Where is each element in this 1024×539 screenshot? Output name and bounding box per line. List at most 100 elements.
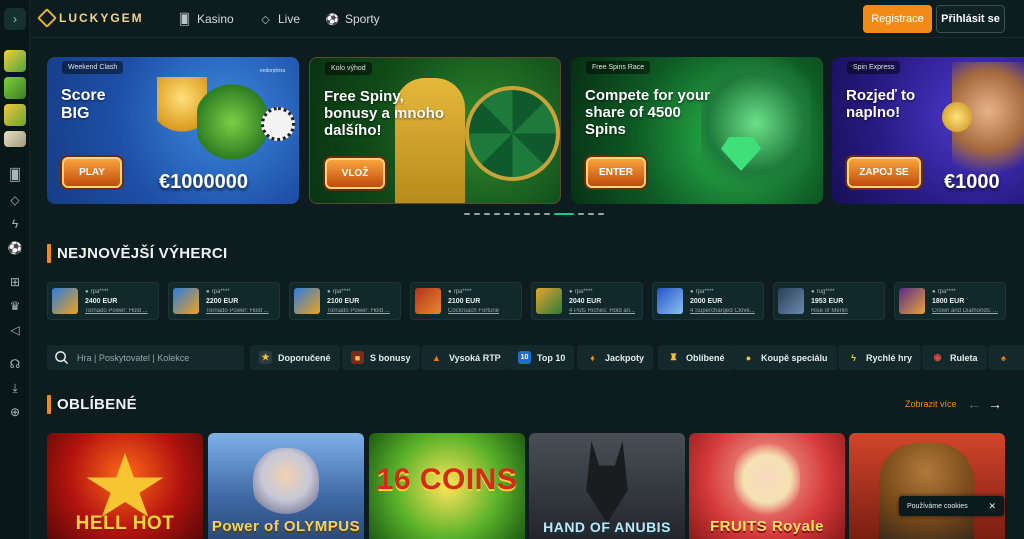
sidebar-promo-tile[interactable]	[4, 77, 26, 99]
game-search[interactable]: Hra | Poskytovatel | Kolekce	[47, 345, 244, 370]
banner-enter-button[interactable]: ENTER	[586, 157, 646, 188]
carousel-dot[interactable]	[514, 213, 520, 215]
winner-game-link[interactable]: 4 Pots Riches: Hold an...	[569, 308, 639, 314]
carousel-dot[interactable]	[544, 213, 550, 215]
carousel-dot[interactable]	[504, 213, 510, 215]
winner-card[interactable]: ● rpa**** 2400 EUR Tornado Power: Hold ..…	[47, 282, 159, 320]
lightning-icon[interactable]: ϟ	[7, 216, 23, 232]
user-icon: ●	[327, 289, 331, 295]
filter-roulette[interactable]: ◉ Ruleta	[922, 345, 987, 370]
filter-top-10[interactable]: 10 Top 10	[509, 345, 575, 370]
filter-jackpots[interactable]: ♦ Jackpoty	[577, 345, 654, 370]
carousel-dot[interactable]	[588, 213, 594, 215]
see-more-link[interactable]: Zobrazit více	[905, 399, 957, 409]
winner-game-link[interactable]: Rise of Merlin	[811, 308, 881, 314]
filter-favorites[interactable]: ♜ Oblíbené	[658, 345, 734, 370]
winner-game-link[interactable]: Tornado Power: Hold ...	[206, 308, 276, 314]
banner-join-button[interactable]: ZAPOJ SE	[847, 157, 921, 188]
filter-more[interactable]: ♠	[988, 345, 1024, 370]
sidebar-promo-tile[interactable]	[4, 50, 26, 72]
game-tile[interactable]: Power of OLYMPUS	[208, 433, 364, 539]
user-icon: ●	[932, 289, 936, 295]
promo-banner[interactable]: Free Spins Race Compete for your share o…	[571, 57, 823, 204]
winner-game-link[interactable]: Cockroach Fortune	[448, 308, 518, 314]
winner-game-link[interactable]: Tornado Power: Hold ...	[85, 308, 155, 314]
cookie-notice: Používáme cookies ✕	[899, 496, 1004, 516]
nav-live[interactable]: ◇ Live	[259, 12, 300, 26]
game-tile[interactable]: HELL HOT	[47, 433, 203, 539]
winner-username: rpa****	[453, 289, 472, 295]
section-accent-bar	[47, 244, 51, 263]
brand-logo[interactable]: LUCKYGEM	[37, 8, 144, 28]
sidebar-promo-tile[interactable]	[4, 104, 26, 126]
winner-game-link[interactable]: Crown and Diamonds: ...	[932, 308, 1002, 314]
carousel-dot[interactable]	[524, 213, 530, 215]
cards-icon: ♠	[1001, 352, 1006, 363]
filter-with-bonus[interactable]: ■ S bonusy	[342, 345, 420, 370]
winner-card[interactable]: ● rpa**** 2000 EUR 4 Supercharged Clove..…	[652, 282, 764, 320]
winner-username: rpa****	[332, 289, 351, 295]
carousel-dot[interactable]	[494, 213, 500, 215]
banner-deposit-button[interactable]: VLOŽ	[325, 158, 385, 189]
nav-casino[interactable]: 🂠 Kasino	[178, 12, 234, 26]
cards-icon[interactable]: 🂠	[7, 167, 23, 183]
carousel-dot[interactable]	[598, 213, 604, 215]
search-input[interactable]: Hra | Poskytovatel | Kolekce	[77, 353, 189, 363]
register-button[interactable]: Registrace	[863, 5, 932, 33]
promo-banner[interactable]: Spin Express Rozjeď to naplno! ZAPOJ SE …	[832, 57, 1024, 204]
carousel-dot[interactable]	[484, 213, 490, 215]
filter-buy-feature[interactable]: ● Koupě speciálu	[733, 345, 837, 370]
game-tile[interactable]: FRUITS Royale	[689, 433, 845, 539]
filter-high-rtp[interactable]: ▲ Vysoká RTP	[421, 345, 510, 370]
crown-icon[interactable]: ♛	[7, 298, 23, 314]
arrow-right-icon[interactable]: →	[988, 396, 1002, 412]
gift-icon[interactable]: ⊞	[7, 274, 23, 290]
carousel-dot[interactable]	[464, 213, 470, 215]
login-button[interactable]: Přihlásit se	[936, 5, 1005, 33]
carousel-dot[interactable]	[578, 213, 584, 215]
game-title: HELL HOT	[75, 513, 175, 534]
cookie-text: Používáme cookies	[907, 502, 968, 510]
winner-card[interactable]: ● rpa**** 2200 EUR Tornado Power: Hold ..…	[168, 282, 280, 320]
nav-label: Live	[278, 12, 301, 26]
game-thumbnail	[657, 288, 683, 314]
winner-username: rpa****	[211, 289, 230, 295]
winner-user: ● rpa****	[932, 289, 956, 295]
winner-game-link[interactable]: 4 Supercharged Clove...	[690, 308, 760, 314]
game-tile[interactable]: HAND OF ANUBIS	[529, 433, 685, 539]
diamond-icon[interactable]: ◇	[7, 192, 23, 208]
promo-banner[interactable]: Weekend Clash endorphina Score BIG PLAY …	[47, 57, 299, 204]
filter-quick-games[interactable]: ϟ Rychlé hry	[838, 345, 922, 370]
globe-icon[interactable]: ⊕	[7, 404, 23, 420]
game-tile[interactable]	[849, 433, 1005, 539]
winner-card[interactable]: ● rpa**** 1800 EUR Crown and Diamonds: ..…	[894, 282, 1006, 320]
carousel-dot-active[interactable]	[554, 213, 574, 215]
soccer-ball-icon[interactable]: ⚽	[7, 240, 23, 256]
coin-illustration	[942, 102, 972, 132]
close-icon[interactable]: ✕	[988, 501, 996, 512]
banner-play-button[interactable]: PLAY	[62, 157, 122, 188]
winner-card[interactable]: ● rpa**** 2100 EUR Tornado Power: Hold ..…	[289, 282, 401, 320]
game-tile[interactable]: 16 COINS	[369, 433, 525, 539]
arrow-left-icon[interactable]: ←	[967, 396, 981, 412]
trophy-icon: ♜	[669, 352, 678, 362]
download-icon[interactable]: ⤓	[7, 380, 23, 396]
winner-username: rpa****	[90, 289, 109, 295]
support-headset-icon[interactable]: ☊	[7, 356, 23, 372]
winner-amount: 2000 EUR	[690, 298, 723, 305]
carousel-dot[interactable]	[534, 213, 540, 215]
winner-card[interactable]: ● rug**** 1953 EUR Rise of Merlin	[773, 282, 885, 320]
winner-card[interactable]: ● rpa**** 2040 EUR 4 Pots Riches: Hold an…	[531, 282, 643, 320]
nav-sports[interactable]: ⚽ Sporty	[326, 12, 380, 26]
carousel-dot[interactable]	[474, 213, 480, 215]
filter-recommended[interactable]: ★ Doporučené	[250, 345, 340, 370]
winner-user: ● rpa****	[85, 289, 109, 295]
sidebar-toggle-button[interactable]: ›	[4, 8, 26, 30]
promo-banner[interactable]: Kolo výhod Free Spiny, bonusy a mnoho da…	[309, 57, 561, 204]
game-thumbnail	[899, 288, 925, 314]
chevron-right-icon: ›	[13, 12, 17, 26]
winner-game-link[interactable]: Tornado Power: Hold ...	[327, 308, 397, 314]
winner-card[interactable]: ● rpa**** 2100 EUR Cockroach Fortune	[410, 282, 522, 320]
megaphone-icon[interactable]: ◁	[7, 322, 23, 338]
sidebar-promo-tile[interactable]	[4, 131, 26, 147]
